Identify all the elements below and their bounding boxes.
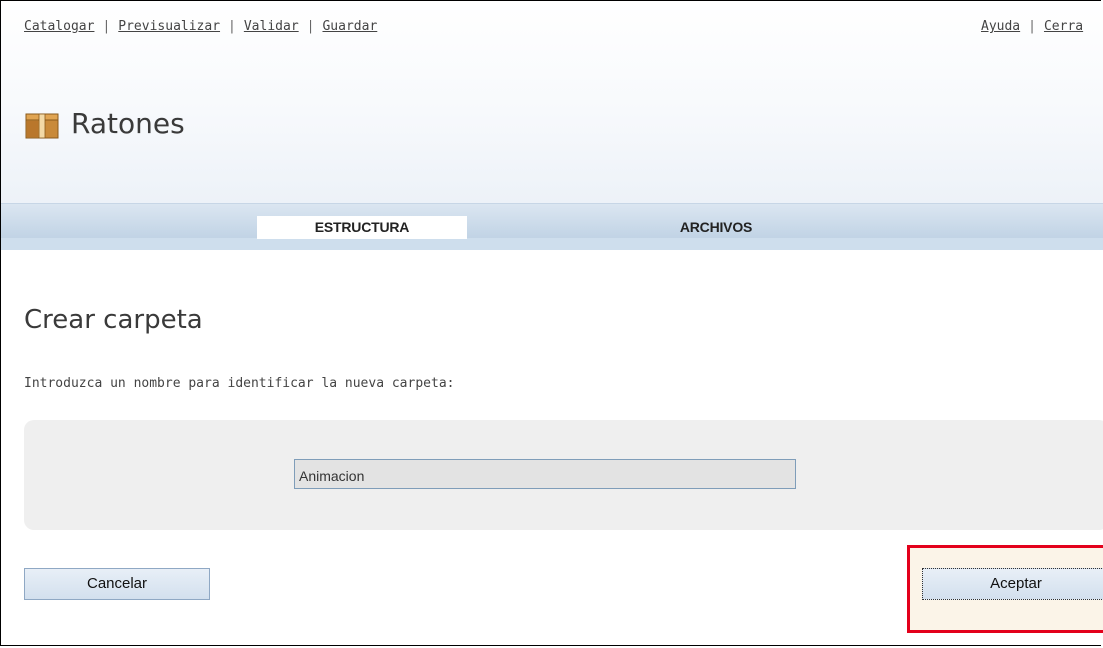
page-title: Ratones	[71, 107, 185, 140]
toolbar-separator: |	[1028, 19, 1036, 34]
folder-name-input[interactable]	[294, 459, 796, 489]
tab-estructura[interactable]: ESTRUCTURA	[257, 216, 467, 239]
toolbar-separator: |	[306, 19, 315, 34]
previsualizar-link[interactable]: Previsualizar	[118, 19, 220, 34]
instruction-text: Introduzca un nombre para identificar la…	[24, 376, 455, 391]
cancel-button[interactable]: Cancelar	[24, 568, 210, 600]
ayuda-link[interactable]: Ayuda	[981, 19, 1020, 34]
toolbar-separator: |	[102, 19, 111, 34]
header: Catalogar | Previsualizar | Validar | Guardar …	[1, 1, 1103, 203]
guardar-link[interactable]: Guardar	[322, 19, 377, 34]
validar-link[interactable]: Validar	[244, 19, 299, 34]
cerrar-link[interactable]: Cerra	[1044, 19, 1083, 34]
help-links: Ayuda | Cerra	[981, 19, 1083, 34]
tab-bar-strip	[1, 238, 1103, 250]
tab-archivos[interactable]: ARCHIVOS	[621, 216, 811, 239]
toolbar-separator: |	[228, 19, 236, 34]
catalogar-link[interactable]: Catalogar	[24, 19, 94, 34]
accept-button[interactable]: Aceptar	[922, 568, 1103, 600]
box-icon	[25, 113, 59, 139]
section-title: Crear carpeta	[24, 305, 203, 335]
tab-bar: ESTRUCTURA ARCHIVOS	[1, 203, 1103, 250]
toolbar-links: Catalogar | Previsualizar | Validar | Guardar	[24, 19, 377, 34]
